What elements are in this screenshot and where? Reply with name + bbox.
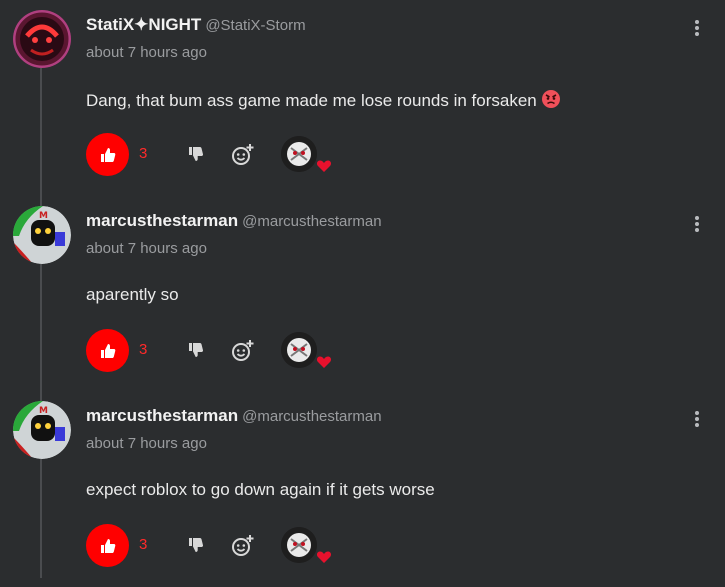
username[interactable]: marcusthestarman bbox=[86, 211, 238, 230]
thumbs-down-icon bbox=[189, 538, 204, 552]
add-reaction-button[interactable] bbox=[230, 338, 256, 364]
dislike-button[interactable] bbox=[184, 339, 208, 363]
timestamp: about 7 hours ago bbox=[86, 44, 207, 61]
comment-text: expect roblox to go down again if it get… bbox=[86, 480, 435, 499]
user-handle[interactable]: @StatiX-Storm bbox=[205, 17, 305, 34]
like-button[interactable] bbox=[86, 524, 129, 567]
add-reaction-button[interactable] bbox=[230, 142, 256, 168]
comment: StatiX✦NIGHT @StatiX-Storm about 7 hours … bbox=[0, 0, 725, 196]
thumbs-up-icon bbox=[100, 538, 115, 553]
user-handle[interactable]: @marcusthestarman bbox=[242, 213, 381, 230]
username[interactable]: marcusthestarman bbox=[86, 406, 238, 425]
dislike-button[interactable] bbox=[184, 143, 208, 167]
user-handle[interactable]: @marcusthestarman bbox=[242, 408, 381, 425]
avatar[interactable]: M bbox=[13, 206, 71, 264]
comment-text: aparently so bbox=[86, 285, 179, 304]
comment: M marcusthestarman @marcusthestarman abou… bbox=[0, 196, 725, 392]
comment-header: marcusthestarman @marcusthestarman bbox=[86, 406, 382, 426]
angry-face-emoji bbox=[541, 89, 561, 114]
like-count: 3 bbox=[139, 145, 148, 162]
comment-header: marcusthestarman @marcusthestarman bbox=[86, 211, 382, 231]
thumbs-up-icon bbox=[100, 343, 115, 358]
thumbs-up-icon bbox=[100, 147, 115, 162]
heart-icon bbox=[316, 158, 332, 174]
add-emoji-icon bbox=[232, 535, 254, 556]
add-emoji-icon bbox=[232, 340, 254, 361]
add-emoji-icon bbox=[232, 144, 254, 165]
comment-text-content: Dang, that bum ass game made me lose rou… bbox=[86, 91, 537, 110]
add-reaction-button[interactable] bbox=[230, 533, 256, 559]
avatar[interactable]: M bbox=[13, 401, 71, 459]
username[interactable]: StatiX✦NIGHT bbox=[86, 15, 201, 34]
timestamp: about 7 hours ago bbox=[86, 435, 207, 452]
dislike-button[interactable] bbox=[184, 534, 208, 558]
svg-text:M: M bbox=[39, 406, 48, 416]
like-button[interactable] bbox=[86, 329, 129, 372]
thumbs-down-icon bbox=[189, 147, 204, 161]
svg-text:M: M bbox=[39, 211, 48, 221]
like-count: 3 bbox=[139, 536, 148, 553]
timestamp: about 7 hours ago bbox=[86, 240, 207, 257]
comment-text: Dang, that bum ass game made me lose rou… bbox=[86, 89, 561, 114]
reactor-avatar[interactable] bbox=[281, 332, 317, 368]
thumbs-down-icon bbox=[189, 343, 204, 357]
more-options-icon[interactable] bbox=[690, 409, 704, 431]
heart-icon bbox=[316, 354, 332, 370]
comment-header: StatiX✦NIGHT @StatiX-Storm bbox=[86, 15, 306, 35]
more-options-icon[interactable] bbox=[690, 214, 704, 236]
avatar[interactable] bbox=[13, 10, 71, 68]
like-button[interactable] bbox=[86, 133, 129, 176]
reactor-avatar[interactable] bbox=[281, 136, 317, 172]
comment: M marcusthestarman @marcusthestarman abou… bbox=[0, 391, 725, 587]
more-options-icon[interactable] bbox=[690, 18, 704, 40]
like-count: 3 bbox=[139, 341, 148, 358]
reactor-avatar[interactable] bbox=[281, 527, 317, 563]
heart-icon bbox=[316, 549, 332, 565]
